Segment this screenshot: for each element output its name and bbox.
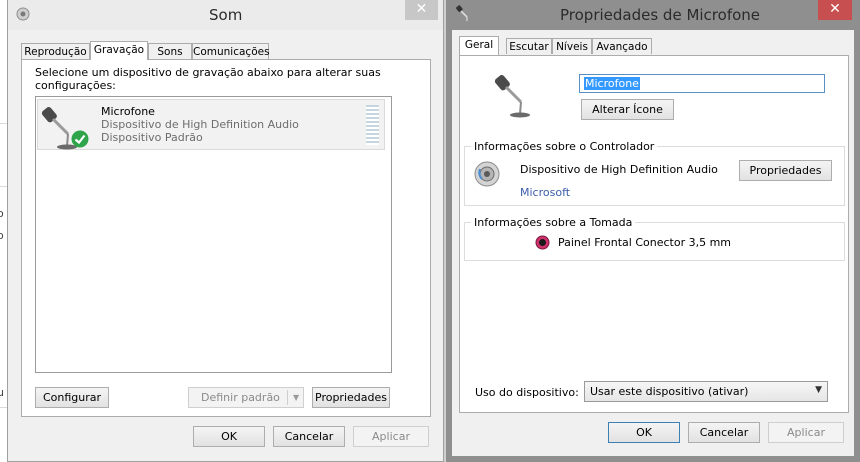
device-name-value: Microfone	[584, 77, 640, 90]
microphone-properties-dialog: Propriedades de Microfone ✕ Geral Escuta…	[446, 0, 860, 462]
device-usage-value: Usar este dispositivo (ativar)	[590, 385, 749, 398]
set-default-split	[287, 390, 288, 405]
tab-listen[interactable]: Escutar	[506, 38, 552, 54]
title-bar: Propriedades de Microfone ✕	[446, 0, 860, 30]
sound-dialog: Som ✕ Reprodução Gravação Sons Comunicaç…	[7, 0, 444, 462]
cancel-button[interactable]: Cancelar	[688, 422, 760, 443]
tab-recording[interactable]: Gravação	[90, 41, 148, 60]
microphone-title-icon	[455, 4, 473, 25]
device-name-field[interactable]: Microfone	[579, 74, 825, 93]
controller-properties-button[interactable]: Propriedades	[739, 160, 832, 181]
tab-strip: Reprodução Gravação Sons Comunicações	[21, 41, 431, 60]
properties-button[interactable]: Propriedades	[312, 387, 390, 408]
jack-location: Painel Frontal Conector 3,5 mm	[558, 236, 732, 249]
device-list[interactable]: Microfone Dispositivo de High Definition…	[35, 96, 392, 373]
tab-playback[interactable]: Reprodução	[21, 43, 90, 59]
tab-advanced[interactable]: Avançado	[592, 38, 652, 54]
title-bar: Som ✕	[8, 0, 443, 30]
jack-info-heading: Informações sobre a Tomada	[471, 216, 636, 229]
device-usage-label: Uso do dispositivo:	[475, 386, 579, 399]
microphone-icon	[494, 70, 544, 121]
tab-sounds[interactable]: Sons	[148, 43, 192, 59]
instructions-line-1: Selecione um dispositivo de gravação aba…	[35, 66, 381, 79]
device-usage-select[interactable]: Usar este dispositivo (ativar) ▼	[584, 381, 828, 402]
device-row-microphone[interactable]: Microfone Dispositivo de High Definition…	[37, 99, 385, 150]
jack-connector-icon	[535, 235, 550, 253]
device-description: Dispositivo de High Definition Audio	[101, 118, 299, 131]
tab-communications[interactable]: Comunicações	[192, 43, 270, 59]
tab-general[interactable]: Geral	[459, 36, 499, 55]
background-text-fragment: u	[0, 386, 4, 399]
apply-button[interactable]: Aplicar	[768, 422, 844, 443]
tab-levels[interactable]: Níveis	[552, 38, 592, 54]
instructions-line-2: configurações:	[35, 79, 116, 92]
background-text-fragment: o	[0, 207, 4, 220]
input-level-meter	[366, 105, 379, 145]
controller-device-name: Dispositivo de High Definition Audio	[520, 163, 718, 176]
cancel-button[interactable]: Cancelar	[273, 426, 345, 447]
background-text-fragment: o	[0, 229, 4, 242]
set-default-label: Definir padrão	[201, 391, 280, 404]
general-tab-panel: Microfone Alterar Ícone Informações sobr…	[459, 55, 849, 413]
close-button[interactable]: ✕	[818, 0, 852, 20]
device-name: Microfone	[101, 105, 155, 118]
close-button[interactable]: ✕	[405, 0, 438, 20]
window-title: Som	[209, 6, 243, 24]
configure-button[interactable]: Configurar	[35, 387, 109, 408]
recording-tab-panel: Selecione um dispositivo de gravação aba…	[21, 59, 431, 417]
speaker-driver-icon	[472, 159, 502, 192]
dialog-body: Geral Escutar Níveis Avançado Microfone …	[452, 30, 854, 456]
controller-info-group: Informações sobre o Controlador Disposit…	[464, 140, 845, 206]
chevron-down-icon[interactable]: ▼	[293, 388, 299, 407]
tab-strip: Geral Escutar Níveis Avançado	[459, 36, 849, 55]
ok-button[interactable]: OK	[193, 426, 265, 447]
window-title: Propriedades de Microfone	[560, 6, 761, 24]
device-status: Dispositivo Padrão	[101, 131, 203, 144]
controller-info-heading: Informações sobre o Controlador	[471, 140, 658, 153]
change-icon-button[interactable]: Alterar Ícone	[581, 99, 674, 120]
chevron-down-icon[interactable]: ▼	[815, 385, 822, 395]
controller-vendor-link[interactable]: Microsoft	[520, 186, 570, 199]
set-default-button[interactable]: Definir padrão ▼	[188, 387, 304, 408]
ok-button[interactable]: OK	[608, 422, 680, 443]
jack-info-group: Informações sobre a Tomada Painel Fronta…	[464, 216, 845, 261]
default-device-check-icon	[71, 130, 89, 151]
speaker-app-icon	[15, 7, 31, 24]
apply-button[interactable]: Aplicar	[353, 426, 429, 447]
